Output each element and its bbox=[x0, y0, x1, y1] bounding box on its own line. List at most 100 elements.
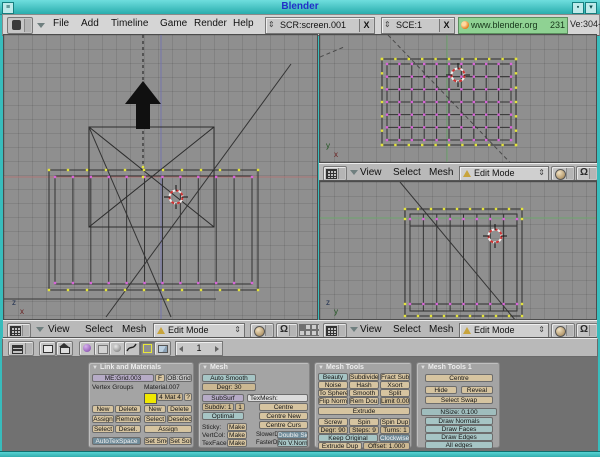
mode-dropdown[interactable]: Edit Mode ⇕ bbox=[153, 323, 245, 338]
mat-deselect-button[interactable]: Deselect bbox=[167, 415, 192, 423]
menu-view[interactable]: View bbox=[48, 324, 70, 335]
menu-mesh[interactable]: Mesh bbox=[429, 167, 453, 178]
header-collapse-icon[interactable] bbox=[350, 170, 358, 175]
frame-number-field[interactable]: 1 bbox=[175, 341, 223, 356]
xsort-button[interactable]: Xsort bbox=[380, 381, 410, 389]
viewport-top[interactable]: y x bbox=[319, 34, 597, 163]
limit-field[interactable]: Limit 0.001 bbox=[380, 397, 410, 405]
subdivide-button[interactable]: Subdivide bbox=[349, 373, 379, 381]
viewport-side[interactable]: z y bbox=[319, 181, 597, 320]
centre-button[interactable]: Centre bbox=[259, 403, 308, 411]
menu-game[interactable]: Game bbox=[160, 18, 187, 29]
clockwise-toggle[interactable]: Clockwise bbox=[379, 434, 410, 442]
select-swap-button[interactable]: Select Swap bbox=[425, 396, 493, 404]
steps-field[interactable]: Steps: 9 bbox=[349, 426, 379, 434]
editor-type-button[interactable] bbox=[7, 323, 31, 338]
degr90-field[interactable]: Degr: 90 bbox=[318, 426, 348, 434]
mat-select-button[interactable]: Select bbox=[144, 415, 166, 423]
extrude-dup-button[interactable]: Extrude Dup bbox=[318, 442, 362, 450]
viewport-front[interactable]: z x bbox=[3, 34, 318, 320]
autotexspace-toggle[interactable]: AutoTexSpace bbox=[92, 437, 141, 445]
draw-normals-toggle[interactable]: Draw Normals bbox=[425, 417, 493, 425]
spin-button[interactable]: Spin bbox=[349, 418, 379, 426]
editor-type-button[interactable] bbox=[323, 323, 347, 338]
menu-select[interactable]: Select bbox=[393, 167, 421, 178]
mode-dropdown[interactable]: Edit Mode ⇕ bbox=[459, 323, 549, 338]
pivot-button[interactable]: Ω bbox=[576, 323, 597, 338]
mat-new-button[interactable]: New bbox=[144, 405, 166, 413]
buttons-window[interactable]: ▼Link and Materials ME:Grid.003 F OB:Gri… bbox=[2, 357, 598, 451]
vgroup-assign-button[interactable]: Assign bbox=[92, 415, 114, 423]
keep-original-toggle[interactable]: Keep Original bbox=[318, 434, 378, 442]
pivot-button[interactable]: Ω bbox=[576, 166, 597, 181]
auto-smooth-toggle[interactable]: Auto Smooth bbox=[202, 374, 256, 382]
header-collapse-icon[interactable] bbox=[37, 23, 45, 28]
frame-next-icon[interactable] bbox=[215, 346, 219, 352]
set-solid-button[interactable]: Set Solid bbox=[169, 437, 192, 445]
material-index-field[interactable]: 4 Mat 4 bbox=[157, 393, 183, 401]
editor-type-button[interactable] bbox=[8, 341, 34, 356]
menu-select[interactable]: Select bbox=[85, 324, 113, 335]
scene-selector[interactable]: ⇕ SCE:1 X bbox=[381, 17, 455, 34]
vgroup-deselect-button[interactable]: Desel. bbox=[115, 425, 141, 433]
degr-field[interactable]: Degr: 30 bbox=[202, 383, 256, 391]
menu-select[interactable]: Select bbox=[393, 324, 421, 335]
scene-delete-button[interactable]: X bbox=[439, 19, 453, 32]
object-name-field[interactable]: OB:Grid bbox=[166, 374, 192, 382]
all-edges-toggle[interactable]: All edges bbox=[425, 441, 493, 449]
draw-type-button[interactable] bbox=[250, 323, 274, 338]
menu-mesh[interactable]: Mesh bbox=[122, 324, 146, 335]
header-collapse-icon[interactable] bbox=[36, 327, 44, 332]
screw-button[interactable]: Screw bbox=[318, 418, 348, 426]
optimal-toggle[interactable]: Optimal bbox=[202, 412, 244, 420]
centre-cursor-button[interactable]: Centre Curs bbox=[259, 421, 308, 429]
menu-mesh[interactable]: Mesh bbox=[429, 324, 453, 335]
menu-add[interactable]: Add bbox=[81, 18, 99, 29]
pivot-button[interactable]: Ω bbox=[276, 323, 298, 338]
fake-user-button[interactable]: F bbox=[155, 374, 165, 382]
spin-dup-button[interactable]: Spin Dup bbox=[380, 418, 410, 426]
vgroup-delete-button[interactable]: Delete bbox=[115, 405, 141, 413]
home-button[interactable] bbox=[56, 341, 73, 356]
mat-delete-button[interactable]: Delete bbox=[167, 405, 192, 413]
to-sphere-button[interactable]: To Sphere bbox=[318, 389, 348, 397]
menu-timeline[interactable]: Timeline bbox=[111, 18, 148, 29]
maximize-icon[interactable]: ▪ bbox=[572, 2, 584, 14]
sticky-make-button[interactable]: Make bbox=[227, 423, 247, 431]
subdiv-field[interactable]: Subdiv: 1 bbox=[202, 403, 234, 411]
menu-view[interactable]: View bbox=[360, 167, 382, 178]
material-help-button[interactable]: ? bbox=[184, 393, 192, 401]
rem-doubles-button[interactable]: Rem Doub bbox=[349, 397, 379, 405]
hide-button[interactable]: Hide bbox=[425, 386, 457, 394]
screen-selector[interactable]: ⇕ SCR:screen.001 X bbox=[265, 17, 375, 34]
centre-button[interactable]: Centre bbox=[425, 374, 493, 382]
screen-delete-button[interactable]: X bbox=[359, 19, 373, 32]
titlebar[interactable]: ≡ Blender ▪ ▾ bbox=[0, 0, 600, 15]
draw-type-button[interactable] bbox=[551, 323, 575, 338]
vgroup-remove-button[interactable]: Remove bbox=[115, 415, 141, 423]
blender-logo-button[interactable] bbox=[7, 17, 33, 34]
menu-help[interactable]: Help bbox=[233, 18, 254, 29]
frame-prev-icon[interactable] bbox=[179, 346, 183, 352]
set-smooth-button[interactable]: Set Smoo bbox=[144, 437, 168, 445]
mat-assign-button[interactable]: Assign bbox=[144, 425, 192, 433]
subdiv-render-field[interactable]: 1 bbox=[235, 403, 245, 411]
menu-view[interactable]: View bbox=[360, 324, 382, 335]
split-button[interactable]: Split bbox=[380, 389, 410, 397]
vertcol-make-button[interactable]: Make bbox=[227, 431, 247, 439]
menu-file[interactable]: File bbox=[53, 18, 69, 29]
shade-icon[interactable]: ▾ bbox=[585, 2, 597, 14]
mesh-datablock-field[interactable]: ME:Grid.003 bbox=[92, 374, 154, 382]
vgroup-select-button[interactable]: Select bbox=[92, 425, 114, 433]
mode-dropdown[interactable]: Edit Mode ⇕ bbox=[459, 166, 549, 181]
smooth-button[interactable]: Smooth bbox=[349, 389, 379, 397]
material-color-swatch[interactable] bbox=[144, 393, 157, 404]
draw-faces-toggle[interactable]: Draw Faces bbox=[425, 425, 493, 433]
centre-new-button[interactable]: Centre New bbox=[259, 412, 308, 420]
vgroup-new-button[interactable]: New bbox=[92, 405, 114, 413]
draw-edges-toggle[interactable]: Draw Edges bbox=[425, 433, 493, 441]
offset-field[interactable]: Offset: 1.000 bbox=[363, 442, 410, 450]
texmesh-field[interactable]: TexMesh: bbox=[247, 394, 308, 402]
fract-sub-button[interactable]: Fract Sub bbox=[380, 373, 410, 381]
noise-button[interactable]: Noise bbox=[318, 381, 348, 389]
